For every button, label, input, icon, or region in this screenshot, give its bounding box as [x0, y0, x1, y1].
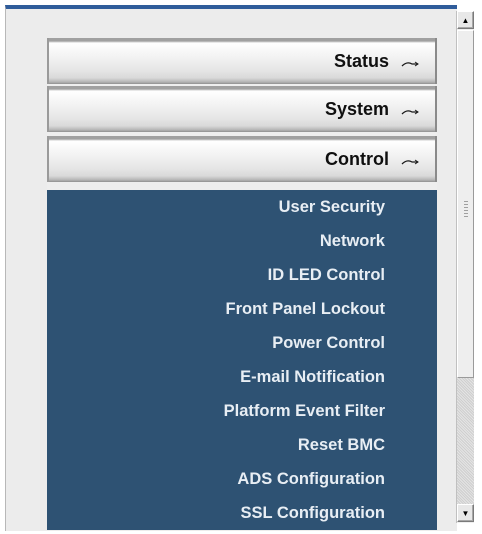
section-header-system[interactable]: System [47, 86, 437, 132]
control-submenu: User Security Network ID LED Control Fro… [47, 190, 437, 530]
menu-item-power-control[interactable]: Power Control [272, 326, 385, 360]
grip-icon [464, 201, 468, 219]
section-label-system: System [324, 99, 389, 119]
menu-item-front-panel-lockout[interactable]: Front Panel Lockout [225, 292, 385, 326]
scroll-down-button[interactable]: ▼ [457, 504, 474, 522]
vertical-scrollbar[interactable]: ▲ ▼ [456, 11, 474, 523]
scrollbar-track[interactable] [457, 378, 474, 504]
scroll-down-arrow-icon: ▼ [461, 508, 470, 518]
menu-item-email-notification[interactable]: E-mail Notification [240, 360, 385, 394]
scrollbar-thumb[interactable] [457, 30, 474, 378]
section-label-control: Control [325, 149, 389, 169]
menu-item-user-security[interactable]: User Security [279, 190, 385, 224]
section-header-status[interactable]: Status [47, 38, 437, 84]
navigation-frame: Status System Control User Security Netw… [5, 5, 457, 531]
menu-item-id-led-control[interactable]: ID LED Control [268, 258, 385, 292]
collapse-arrow-icon [401, 159, 419, 165]
scroll-up-arrow-icon: ▲ [461, 15, 470, 25]
scroll-up-button[interactable]: ▲ [457, 11, 474, 29]
collapse-arrow-icon [401, 61, 419, 67]
section-label-status: Status [333, 51, 389, 71]
menu-item-network[interactable]: Network [320, 224, 385, 258]
navigation-menu: Status System Control User Security Netw… [47, 38, 437, 530]
section-header-control[interactable]: Control [47, 136, 437, 182]
collapse-arrow-icon [401, 109, 419, 115]
menu-item-platform-event-filter[interactable]: Platform Event Filter [224, 394, 385, 428]
menu-item-ads-configuration[interactable]: ADS Configuration [237, 462, 385, 496]
menu-item-reset-bmc[interactable]: Reset BMC [298, 428, 385, 462]
menu-item-ssl-configuration[interactable]: SSL Configuration [240, 496, 385, 530]
